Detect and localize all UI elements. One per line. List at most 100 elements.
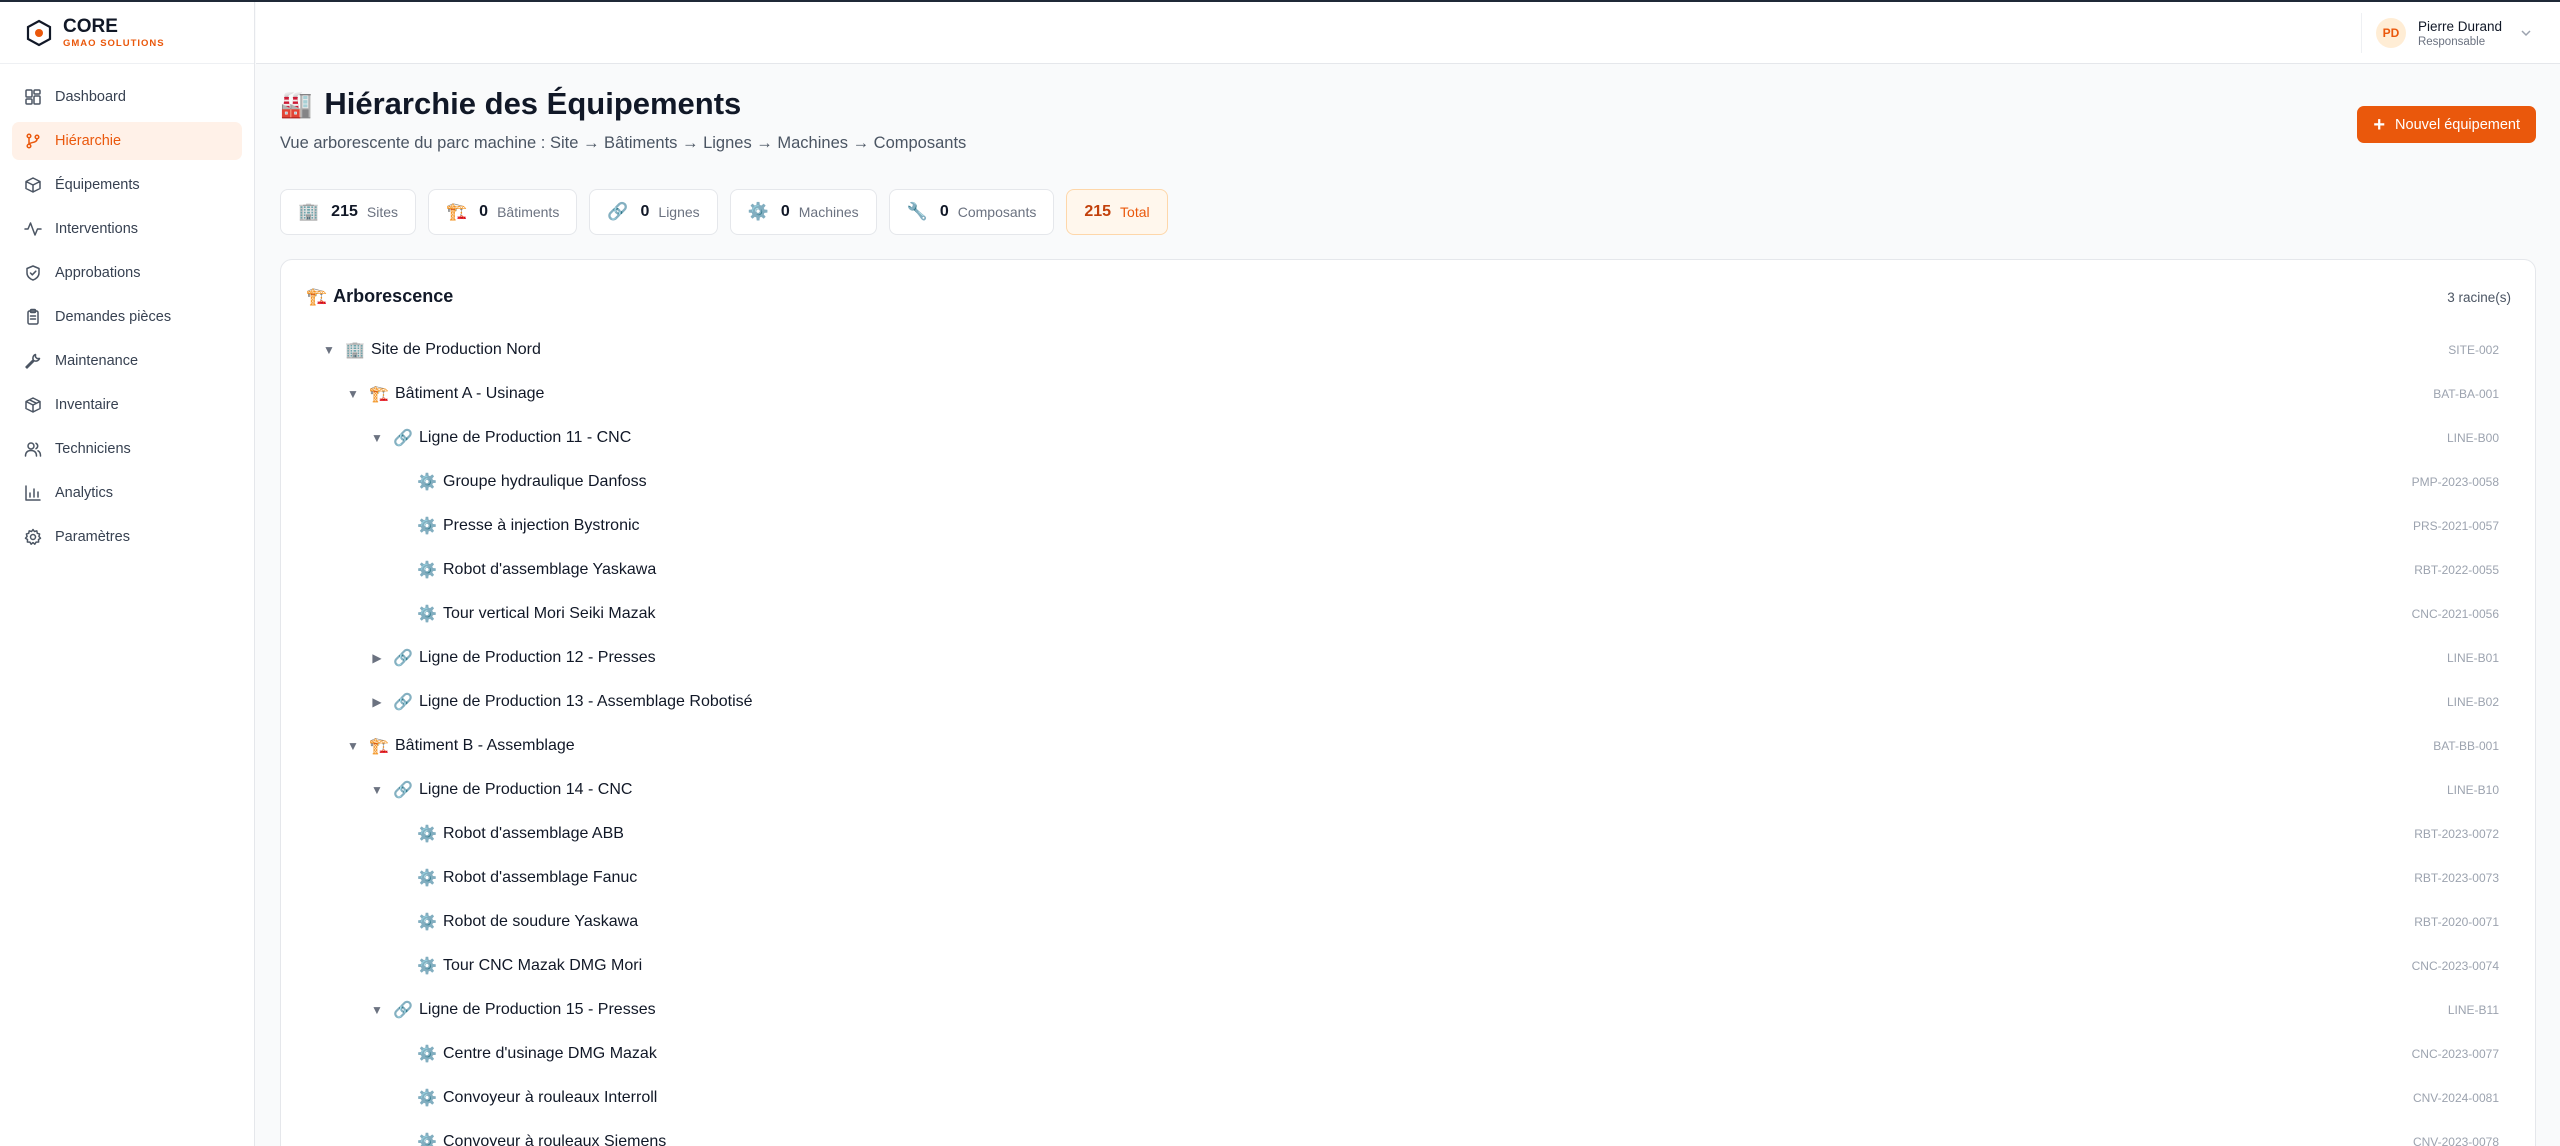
top-header: PD Pierre Durand Responsable bbox=[256, 2, 2560, 64]
crane-icon: 🏗️ bbox=[306, 286, 328, 306]
stat-components[interactable]: 🔧 0 Composants bbox=[888, 189, 1055, 235]
tree-row[interactable]: ⚙️ Presse à injection Bystronic PRS-2021-0… bbox=[281, 504, 2535, 548]
caret-right-icon[interactable]: ▶ bbox=[369, 694, 385, 710]
brand[interactable]: CORE GMAO SOLUTIONS bbox=[0, 2, 254, 64]
gear-icon: ⚙️ bbox=[417, 606, 437, 623]
stat-sites[interactable]: 🏢 215 Sites bbox=[280, 189, 416, 235]
caret-right-icon[interactable]: ▶ bbox=[369, 650, 385, 666]
sidebar-item-inventaire[interactable]: Inventaire bbox=[12, 386, 242, 424]
caret-down-icon[interactable]: ▼ bbox=[369, 782, 385, 798]
gear-icon: ⚙️ bbox=[417, 826, 437, 843]
sidebar-item-analytics[interactable]: Analytics bbox=[12, 474, 242, 512]
tree-row-name: Groupe hydraulique Danfoss bbox=[443, 473, 647, 490]
tree-row-name: Robot d'assemblage ABB bbox=[443, 825, 624, 842]
tree-row[interactable]: ⚙️ Robot d'assemblage ABB RBT-2023-0072 bbox=[281, 812, 2535, 856]
sidebar-item-parametres[interactable]: Paramètres bbox=[12, 518, 242, 556]
tree-row[interactable]: ⚙️ Robot d'assemblage Yaskawa RBT-2022-005… bbox=[281, 548, 2535, 592]
sidebar-item-approbations[interactable]: Approbations bbox=[12, 254, 242, 292]
tree-row[interactable]: ⚙️ Tour vertical Mori Seiki Mazak CNC-2021… bbox=[281, 592, 2535, 636]
package-icon bbox=[25, 397, 41, 413]
clipboard-icon bbox=[27, 308, 39, 325]
tree-row[interactable]: ⚙️ Centre d'usinage DMG Mazak CNC-2023-007… bbox=[281, 1032, 2535, 1076]
tree-row-name: Presse à injection Bystronic bbox=[443, 517, 640, 534]
gear-icon: ⚙️ bbox=[417, 870, 437, 887]
tree-row[interactable]: ▼ 🏗️ Bâtiment B - Assemblage BAT-BB-001 bbox=[281, 724, 2535, 768]
tree-row-name: Robot de soudure Yaskawa bbox=[443, 913, 639, 930]
tree-row[interactable]: ⚙️ Tour CNC Mazak DMG Mori CNC-2023-0074 bbox=[281, 944, 2535, 988]
stat-total[interactable]: 215 Total bbox=[1066, 189, 1168, 235]
sidebar-item-label: Demandes pièces bbox=[55, 309, 172, 325]
stat-machines[interactable]: ⚙️ 0 Machines bbox=[729, 189, 877, 235]
tree-row-name: Ligne de Production 14 - CNC bbox=[419, 781, 633, 798]
tree-row-code: LINE-B11 bbox=[2447, 1003, 2499, 1017]
caret-down-icon[interactable]: ▼ bbox=[345, 738, 361, 754]
tree-title: 🏗️ Arborescence bbox=[306, 286, 453, 307]
brand-subtitle: GMAO SOLUTIONS bbox=[63, 37, 165, 49]
tree-row[interactable]: ▼ 🔗 Ligne de Production 15 - Presses LINE-B… bbox=[281, 988, 2535, 1032]
gear-icon: ⚙️ bbox=[417, 1046, 437, 1063]
tree-row-name: Tour CNC Mazak DMG Mori bbox=[443, 957, 643, 974]
sidebar-item-equipements[interactable]: Équipements bbox=[12, 166, 242, 204]
tree-row[interactable]: ⚙️ Robot d'assemblage Fanuc RBT-2023-0073 bbox=[281, 856, 2535, 900]
user-role: Responsable bbox=[2417, 35, 2486, 48]
tree-row[interactable]: ▼ 🔗 Ligne de Production 11 - CNC LINE-B00 bbox=[281, 416, 2535, 460]
crane-icon: 🏗️ bbox=[369, 738, 389, 755]
tree-row[interactable]: ▼ 🏗️ Bâtiment A - Usinage BAT-BA-001 bbox=[281, 372, 2535, 416]
caret-down-icon[interactable]: ▼ bbox=[321, 342, 337, 358]
stat-value: 0 bbox=[640, 203, 650, 220]
sidebar-item-interventions[interactable]: Interventions bbox=[12, 210, 242, 248]
caret-down-icon[interactable]: ▼ bbox=[369, 1002, 385, 1018]
link-icon: 🔗 bbox=[607, 202, 629, 221]
sidebar-item-dashboard[interactable]: Dashboard bbox=[12, 78, 242, 116]
stat-lines[interactable]: 🔗 0 Lignes bbox=[589, 189, 718, 235]
sidebar-item-label: Analytics bbox=[55, 485, 114, 501]
tree-row-code: LINE-B00 bbox=[2446, 431, 2499, 445]
tree-row-code: CNC-2023-0074 bbox=[2411, 959, 2499, 973]
page-subtitle: Vue arborescente du parc machine : Site … bbox=[280, 134, 967, 152]
tree-row[interactable]: ⚙️ Convoyeur à rouleaux Siemens CNV-2023-0… bbox=[281, 1120, 2535, 1146]
crane-icon: 🏗️ bbox=[446, 202, 468, 221]
tree-row[interactable]: ⚙️ Convoyeur à rouleaux Interroll CNV-2024… bbox=[281, 1076, 2535, 1120]
sidebar-item-hierarchie[interactable]: Hiérarchie bbox=[12, 122, 242, 160]
sidebar-item-maintenance[interactable]: Maintenance bbox=[12, 342, 242, 380]
sidebar-item-label: Inventaire bbox=[55, 397, 119, 413]
tree-row-code: SITE-002 bbox=[2448, 343, 2499, 357]
sidebar-item-label: Paramètres bbox=[55, 529, 130, 545]
caret-down-icon[interactable]: ▼ bbox=[345, 386, 361, 402]
tree-card: 🏗️ Arborescence 3 racine(s) ▼ 🏢 Site de Pr… bbox=[280, 259, 2536, 1146]
tree-row[interactable]: ▶ 🔗 Ligne de Production 13 - Assemblage Ro… bbox=[281, 680, 2535, 724]
tree-row[interactable]: ⚙️ Groupe hydraulique Danfoss PMP-2023-005… bbox=[281, 460, 2535, 504]
gear-icon: ⚙️ bbox=[417, 518, 437, 535]
sidebar-item-label: Dashboard bbox=[55, 89, 126, 105]
tree-row-name: Convoyeur à rouleaux Siemens bbox=[443, 1133, 667, 1146]
caret-down-icon[interactable]: ▼ bbox=[369, 430, 385, 446]
sidebar-item-techniciens[interactable]: Techniciens bbox=[12, 430, 242, 468]
sidebar-item-label: Techniciens bbox=[55, 441, 131, 457]
sidebar-item-label: Maintenance bbox=[55, 353, 139, 369]
tree-row-code: LINE-B01 bbox=[2446, 651, 2499, 665]
crane-icon: 🏗️ bbox=[369, 386, 389, 403]
new-equipment-button[interactable]: + Nouvel équipement bbox=[2357, 106, 2536, 143]
chevron-down-icon[interactable] bbox=[2520, 27, 2532, 39]
tree-row[interactable]: ▼ 🏢 Site de Production Nord SITE-002 bbox=[281, 328, 2535, 372]
link-icon: 🔗 bbox=[393, 1002, 413, 1019]
gear-icon: ⚙️ bbox=[417, 562, 437, 579]
shield-check-icon bbox=[26, 265, 40, 281]
hexagon-logo-icon bbox=[26, 19, 52, 46]
user-menu[interactable]: PD Pierre Durand Responsable bbox=[2360, 13, 2532, 53]
tree-row[interactable]: ▶ 🔗 Ligne de Production 12 - Presses LINE-B… bbox=[281, 636, 2535, 680]
link-icon: 🔗 bbox=[393, 430, 413, 447]
tree-row[interactable]: ⚙️ Robot de soudure Yaskawa RBT-2020-0071 bbox=[281, 900, 2535, 944]
brand-name: CORE bbox=[63, 15, 118, 37]
tree-row-name: Bâtiment B - Assemblage bbox=[395, 737, 575, 754]
sidebar-nav: Dashboard Hiérarchie Équipements Interventi… bbox=[0, 64, 254, 556]
stat-label: Lignes bbox=[658, 204, 700, 220]
tree-row[interactable]: ▼ 🔗 Ligne de Production 14 - CNC LINE-B10 bbox=[281, 768, 2535, 812]
plus-icon: + bbox=[2373, 113, 2386, 136]
tree-row-code: CNC-2021-0056 bbox=[2411, 607, 2499, 621]
building-icon: 🏢 bbox=[345, 342, 365, 359]
stat-buildings[interactable]: 🏗️ 0 Bâtiments bbox=[428, 189, 578, 235]
sidebar-item-label: Interventions bbox=[55, 221, 139, 237]
sidebar-item-demandes-pieces[interactable]: Demandes pièces bbox=[12, 298, 242, 336]
gear-icon: ⚙️ bbox=[417, 474, 437, 491]
